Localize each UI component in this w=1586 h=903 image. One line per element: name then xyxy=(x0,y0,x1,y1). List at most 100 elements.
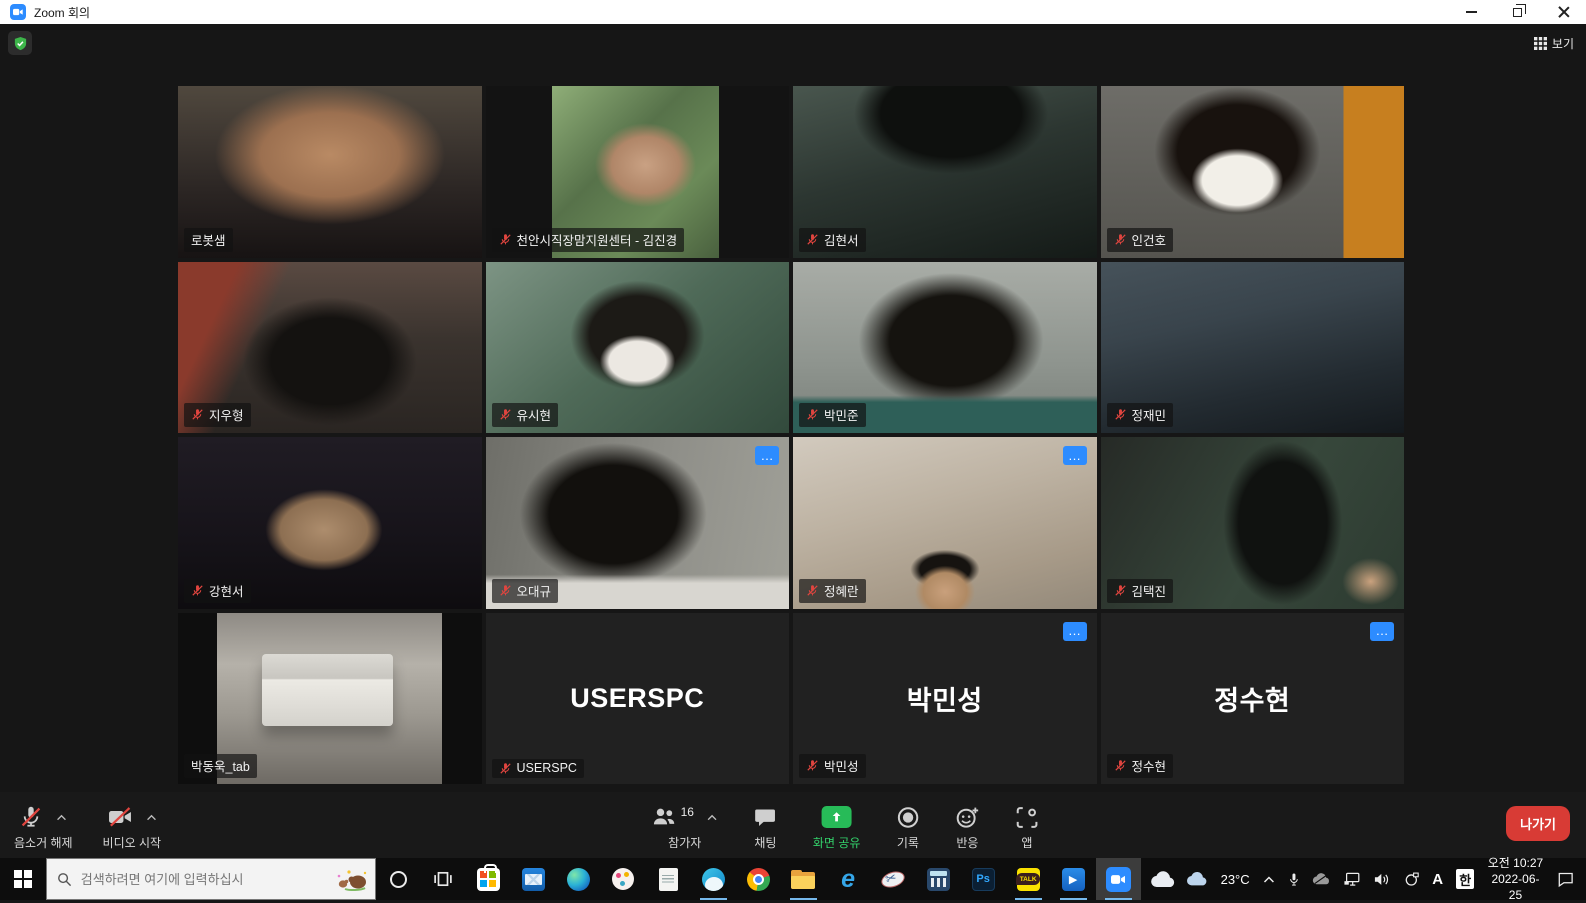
participant-tile-7[interactable]: 박민준 xyxy=(793,262,1097,434)
participant-tile-10[interactable]: … 오대규 xyxy=(486,437,790,609)
taskbar-notepad-button[interactable] xyxy=(646,858,691,900)
movies-tv-icon: ▶ xyxy=(1062,868,1085,891)
taskbar-calculator-button[interactable] xyxy=(916,858,961,900)
ime-korean-indicator[interactable]: 한 xyxy=(1456,869,1474,889)
record-button[interactable]: 기록 xyxy=(896,804,919,851)
share-screen-button[interactable]: 화면 공유 xyxy=(813,804,861,851)
muted-mic-icon xyxy=(499,233,512,246)
muted-mic-icon xyxy=(499,584,512,597)
apps-icon xyxy=(1015,806,1038,829)
ime-latin-indicator[interactable]: A xyxy=(1432,871,1443,888)
paint-icon xyxy=(612,868,634,890)
participant-tile-14[interactable]: USERSPC USERSPC xyxy=(486,613,790,785)
muted-mic-icon xyxy=(191,584,204,597)
participant-more-button[interactable]: … xyxy=(1063,622,1087,641)
participant-tile-3[interactable]: 김현서 xyxy=(793,86,1097,258)
unmute-button[interactable]: 음소거 해제 xyxy=(14,804,73,851)
minimize-button[interactable] xyxy=(1448,0,1494,24)
chat-label: 채팅 xyxy=(754,834,776,851)
taskbar-edge-button[interactable] xyxy=(556,858,601,900)
action-center-icon[interactable] xyxy=(1557,871,1574,888)
reactions-icon xyxy=(955,806,979,829)
participant-name-label: 유시현 xyxy=(492,403,559,427)
security-shield-button[interactable] xyxy=(8,31,32,55)
zoom-icon xyxy=(1106,867,1131,892)
start-video-button[interactable]: 비디오 시작 xyxy=(103,804,162,851)
tray-volume-icon[interactable] xyxy=(1374,872,1390,887)
taskbar-zoom-button[interactable] xyxy=(1096,858,1141,900)
participant-tile-6[interactable]: 유시현 xyxy=(486,262,790,434)
weather-temperature[interactable]: 23°C xyxy=(1221,872,1250,887)
window-title: Zoom 회의 xyxy=(34,4,90,21)
edge-icon xyxy=(567,868,590,891)
tray-microphone-icon[interactable] xyxy=(1288,871,1300,888)
weather-cloud-icon[interactable] xyxy=(1186,871,1208,887)
participant-more-button[interactable]: … xyxy=(755,446,779,465)
calculator-icon xyxy=(927,868,950,891)
participant-tile-4[interactable]: 인건호 xyxy=(1101,86,1405,258)
window-titlebar: Zoom 회의 xyxy=(0,0,1586,24)
taskbar-photoshop-button[interactable]: Ps xyxy=(961,858,1006,900)
close-button[interactable] xyxy=(1540,0,1586,24)
participant-tile-9[interactable]: 강현서 xyxy=(178,437,482,609)
apps-button[interactable]: 앱 xyxy=(1015,804,1038,851)
taskbar-kakaotalk-button[interactable]: TALK xyxy=(1006,858,1051,900)
participant-tile-16[interactable]: 정수현 … 정수현 xyxy=(1101,613,1405,785)
participant-name-label: 로봇샘 xyxy=(184,228,233,252)
restore-button[interactable] xyxy=(1494,0,1540,24)
kakaotalk-icon: TALK xyxy=(1017,868,1040,891)
internet-explorer-icon: e xyxy=(841,869,855,889)
participant-name-label: 정재민 xyxy=(1107,403,1174,427)
leave-meeting-button[interactable]: 나가기 xyxy=(1506,806,1570,841)
chevron-up-icon[interactable] xyxy=(707,814,718,821)
muted-mic-icon xyxy=(499,762,512,775)
taskbar-search[interactable] xyxy=(46,858,376,900)
muted-mic-icon xyxy=(806,408,819,421)
taskbar-cortana-button[interactable] xyxy=(376,858,421,900)
taskbar-paint-button[interactable] xyxy=(601,858,646,900)
chevron-up-icon[interactable] xyxy=(56,814,67,821)
start-button[interactable] xyxy=(0,858,46,900)
share-screen-label: 화면 공유 xyxy=(813,834,861,851)
participant-name-label: 강현서 xyxy=(184,579,251,603)
participant-tile-2[interactable]: 천안시직장맘지원센터 - 김진경 xyxy=(486,86,790,258)
taskbar-mail-button[interactable] xyxy=(511,858,556,900)
participant-tile-15[interactable]: 박민성 … 박민성 xyxy=(793,613,1097,785)
participant-more-button[interactable]: … xyxy=(1063,446,1087,465)
taskbar-whale-button[interactable] xyxy=(691,858,736,900)
record-icon xyxy=(896,806,919,829)
taskbar-movies-button[interactable]: ▶ xyxy=(1051,858,1096,900)
participant-tile-8[interactable]: 정재민 xyxy=(1101,262,1405,434)
taskbar-onedrive-button[interactable] xyxy=(1141,858,1186,900)
participant-name-label: 지우형 xyxy=(184,403,251,427)
participant-tile-13[interactable]: 박동욱_tab xyxy=(178,613,482,785)
taskbar-clock[interactable]: 오전 10:27 2022-06-25 xyxy=(1487,855,1543,903)
taskbar-explorer-button[interactable] xyxy=(781,858,826,900)
taskbar-snipping-button[interactable] xyxy=(871,858,916,900)
muted-mic-icon xyxy=(1114,408,1127,421)
close-icon xyxy=(1557,6,1569,18)
participant-tile-11[interactable]: … 정혜란 xyxy=(793,437,1097,609)
chat-button[interactable]: 채팅 xyxy=(754,804,777,851)
taskbar-task-view-button[interactable] xyxy=(421,858,466,900)
search-input[interactable] xyxy=(81,872,326,887)
taskbar-store-button[interactable] xyxy=(466,858,511,900)
tray-onedrive-icon[interactable] xyxy=(1312,872,1330,886)
view-button[interactable]: 보기 xyxy=(1528,32,1580,55)
participant-name-label: USERSPC xyxy=(492,759,584,778)
participants-button[interactable]: 16 참가자 xyxy=(652,804,718,851)
participant-tile-1[interactable]: 로봇샘 xyxy=(178,86,482,258)
chevron-up-icon[interactable] xyxy=(146,814,157,821)
taskbar-ie-button[interactable]: e xyxy=(826,858,871,900)
participant-tile-5[interactable]: 지우형 xyxy=(178,262,482,434)
participant-name-label: 정수현 xyxy=(1107,754,1174,778)
tray-chevron-up-icon[interactable] xyxy=(1263,875,1275,884)
tray-screen-snip-icon[interactable] xyxy=(1404,871,1420,888)
taskbar-chrome-button[interactable] xyxy=(736,858,781,900)
unmute-label: 음소거 해제 xyxy=(14,834,73,851)
participant-more-button[interactable]: … xyxy=(1370,622,1394,641)
reactions-button[interactable]: 반응 xyxy=(955,804,979,851)
participant-tile-12[interactable]: 김택진 xyxy=(1101,437,1405,609)
muted-mic-icon xyxy=(806,233,819,246)
tray-network-icon[interactable] xyxy=(1344,871,1361,887)
